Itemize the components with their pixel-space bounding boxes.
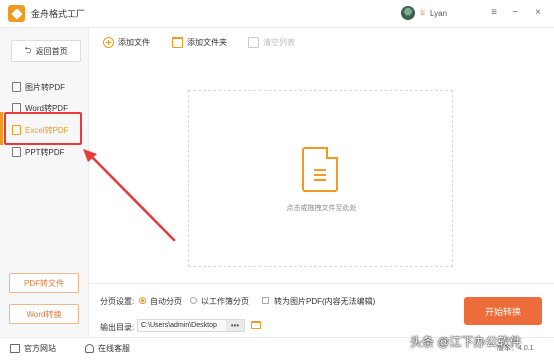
back-arrow-icon: ⮌ — [24, 45, 32, 55]
home-button-label: 返回首页 — [35, 46, 68, 56]
active-indicator — [0, 112, 3, 145]
auto-page-radio[interactable] — [139, 297, 146, 304]
app-logo-icon — [8, 5, 25, 22]
sidebar-item-label: 图片转PDF — [25, 82, 65, 92]
annotation-arrow — [83, 149, 176, 242]
open-folder-icon[interactable] — [251, 321, 261, 329]
sheet-page-label[interactable]: 以工作簿分页 — [201, 296, 249, 307]
title-bar: 金舟格式工厂 — [0, 0, 554, 28]
sheet-page-radio[interactable] — [190, 297, 197, 304]
add-circle-icon — [103, 37, 114, 48]
app-title: 金舟格式工厂 — [31, 9, 86, 19]
file-drop-zone[interactable]: 点击或拖拽文件至此处 — [188, 90, 453, 267]
clear-icon — [248, 37, 259, 48]
start-convert-button[interactable]: 开始转换 — [464, 297, 542, 325]
pagination-label: 分页设置: — [100, 297, 135, 306]
close-icon[interactable]: × — [531, 6, 545, 20]
menu-icon[interactable]: ≡ — [487, 6, 501, 20]
clear-list-label: 清空列表 — [263, 38, 295, 47]
pdf-to-file-label: PDF转文件 — [24, 278, 64, 288]
auto-page-label[interactable]: 自动分页 — [150, 296, 182, 307]
sidebar-item-label: PPT转PDF — [25, 147, 65, 157]
word-convert-button[interactable]: Word转换 — [9, 304, 79, 324]
image-file-icon — [12, 82, 21, 92]
drop-hint: 点击或拖拽文件至此处 — [286, 205, 357, 212]
headset-icon — [85, 344, 94, 353]
home-button[interactable]: ⮌ 返回首页 — [11, 40, 81, 62]
avatar[interactable] — [401, 6, 415, 20]
official-website-label: 官方网站 — [24, 344, 56, 353]
output-path-value: C:\Users\admin\Desktop — [141, 322, 217, 329]
sidebar: ⮌ 返回首页 图片转PDF Word转PDF Excel转PDF PPT转PDF… — [0, 28, 89, 337]
settings-panel: 分页设置: 自动分页 以工作簿分页 转为图片PDF (内容无法编辑) 输出目录:… — [89, 283, 554, 337]
crown-icon: ♕ — [419, 8, 427, 17]
annotation-highlight-box — [4, 112, 82, 145]
browse-button[interactable]: ••• — [226, 320, 244, 331]
username[interactable]: Lyan — [430, 9, 447, 18]
word-convert-label: Word转换 — [26, 309, 62, 319]
image-pdf-note: (内容无法编辑) — [322, 297, 376, 306]
pdf-to-file-button[interactable]: PDF转文件 — [9, 273, 79, 293]
start-convert-label: 开始转换 — [484, 306, 521, 317]
watermark-text: 头条 @江下办公软件 — [410, 335, 522, 349]
add-folder-button[interactable]: 添加文件夹 — [172, 34, 227, 51]
add-file-label: 添加文件 — [118, 38, 150, 47]
minimize-icon[interactable]: − — [508, 6, 522, 20]
add-file-button[interactable]: 添加文件 — [103, 34, 150, 51]
folder-icon — [172, 37, 183, 48]
clear-list-button[interactable]: 清空列表 — [248, 34, 295, 51]
monitor-icon — [10, 344, 20, 353]
output-path-field[interactable]: C:\Users\admin\Desktop ••• — [137, 319, 245, 332]
output-label: 输出目录: — [100, 323, 135, 332]
image-pdf-checkbox[interactable] — [262, 297, 269, 304]
sidebar-item-image-to-pdf[interactable]: 图片转PDF — [12, 79, 65, 95]
online-support-label: 在线客服 — [98, 344, 130, 353]
official-website-link[interactable]: 官方网站 — [10, 343, 56, 354]
document-icon — [302, 147, 338, 192]
add-folder-label: 添加文件夹 — [187, 38, 227, 47]
online-support-link[interactable]: 在线客服 — [85, 343, 130, 354]
sidebar-item-ppt-to-pdf[interactable]: PPT转PDF — [12, 144, 65, 160]
image-pdf-label[interactable]: 转为图片PDF — [274, 296, 322, 307]
ppt-file-icon — [12, 147, 21, 157]
